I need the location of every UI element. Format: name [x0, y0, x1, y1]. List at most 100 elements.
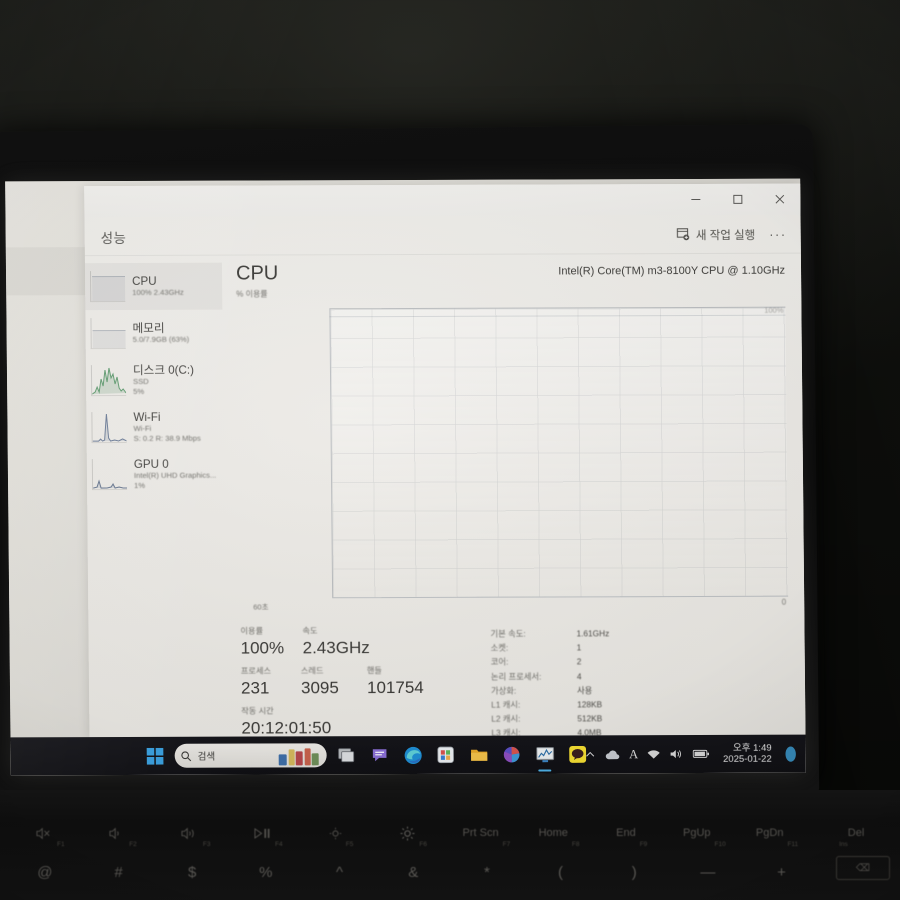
- more-options-button[interactable]: ···: [769, 227, 789, 242]
- key-0[interactable]: ): [597, 852, 671, 892]
- battery-icon[interactable]: [693, 749, 710, 759]
- sidebar-item-memory[interactable]: 메모리 5.0/7.9GB (63%): [85, 310, 222, 357]
- sidebar-item-sub: 100% 2.43GHz: [132, 287, 184, 297]
- spec-row: 가상화: 사용: [491, 682, 789, 697]
- performance-sidebar: CPU 100% 2.43GHz 메모리 5.0/7.9GB (63%) 디스크…: [84, 256, 227, 737]
- key-page-down[interactable]: PgDn F11: [741, 816, 814, 850]
- start-icon[interactable]: [142, 743, 168, 769]
- minimize-button[interactable]: [674, 184, 716, 215]
- copilot-icon[interactable]: [499, 742, 525, 768]
- sidebar-item-sub: Intel(R) UHD Graphics...: [133, 470, 217, 480]
- spec-key: 기본 속도:: [490, 628, 526, 639]
- spec-key: 소켓:: [490, 642, 509, 653]
- key-7[interactable]: &: [376, 852, 450, 892]
- file-explorer-icon[interactable]: [466, 742, 492, 768]
- key-fn-label: F9: [639, 841, 648, 848]
- brightness-up-icon: [400, 826, 415, 841]
- sidebar-item-label: CPU: [132, 274, 157, 288]
- microsoft-store-icon[interactable]: [433, 742, 459, 768]
- sidebar-item-gpu[interactable]: GPU 0 Intel(R) UHD Graphics... 1%: [87, 451, 224, 498]
- notification-bell-icon[interactable]: [783, 744, 798, 764]
- key-print-screen[interactable]: Prt Scn F7: [450, 816, 523, 850]
- key-brightness-up[interactable]: F6: [377, 816, 450, 850]
- key-label: *: [483, 863, 490, 881]
- key-label: &: [408, 863, 419, 881]
- stat-label: 이용률: [240, 626, 264, 636]
- stat-value: 3095: [300, 678, 339, 698]
- sidebar-item-label: Wi-Fi: [133, 410, 161, 424]
- sidebar-item-cpu[interactable]: CPU 100% 2.43GHz: [84, 262, 223, 311]
- ime-icon[interactable]: A: [629, 747, 638, 762]
- chevron-up-icon[interactable]: [585, 749, 596, 760]
- key-4[interactable]: $: [155, 852, 229, 892]
- task-view-icon[interactable]: [334, 742, 360, 768]
- key-label: +: [777, 863, 786, 881]
- stat-value: 2.43GHz: [302, 638, 370, 658]
- maximize-button[interactable]: [716, 184, 758, 215]
- key-fn-label: F7: [502, 841, 511, 848]
- key-minus[interactable]: —: [671, 852, 745, 892]
- spec-row: 논리 프로세서: 4: [491, 668, 789, 683]
- key-backspace[interactable]: ⌫: [836, 856, 890, 880]
- key-6[interactable]: ^: [303, 852, 377, 892]
- sidebar-item-label: 디스크 0(C:): [132, 363, 195, 377]
- key-fn-label: F11: [787, 841, 799, 848]
- window-titlebar[interactable]: [84, 183, 801, 218]
- key-end[interactable]: End F9: [595, 816, 668, 850]
- key-2[interactable]: @: [8, 852, 82, 892]
- spec-key: 코어:: [490, 657, 509, 668]
- key-equals[interactable]: +: [745, 852, 819, 892]
- spec-value: 사용: [577, 685, 593, 696]
- wifi-icon[interactable]: [647, 749, 661, 760]
- run-new-task-button[interactable]: 새 작업 실행: [677, 226, 755, 242]
- onedrive-icon[interactable]: [605, 749, 620, 760]
- cpu-detail-pane: CPU % 이용률 Intel(R) Core(TM) m3-8100Y CPU…: [222, 254, 806, 738]
- spec-key: 가상화:: [491, 685, 517, 696]
- chat-icon[interactable]: [367, 742, 393, 768]
- sidebar-item-disk[interactable]: 디스크 0(C:) SSD 5%: [86, 357, 223, 404]
- key-delete[interactable]: Ins Del: [813, 816, 886, 850]
- search-highlight-art: [278, 745, 323, 766]
- sidebar-item-sub2: S: 0.2 R: 38.9 Mbps: [133, 433, 201, 443]
- key-brightness-down[interactable]: F5: [305, 816, 378, 850]
- key-label: PgUp: [683, 827, 711, 839]
- key-page-up[interactable]: PgUp F10: [668, 816, 741, 850]
- key-label: #: [114, 863, 123, 881]
- cpu-stats-left: 이용률 100% 속도 2.43GHz 프로세스 231 스레드 3095 핸들…: [240, 624, 455, 741]
- stat-label: 속도: [302, 626, 318, 636]
- chart-gridlines: [330, 307, 789, 598]
- volume-icon[interactable]: [670, 748, 684, 760]
- key-5[interactable]: %: [229, 852, 303, 892]
- search-placeholder: 검색: [197, 751, 216, 763]
- key-play-pause[interactable]: F4: [232, 816, 305, 850]
- taskbar-time: 오후 1:49: [732, 742, 772, 754]
- key-label: —: [700, 863, 716, 881]
- key-label: @: [37, 863, 53, 881]
- key-mute[interactable]: F1: [14, 816, 87, 850]
- key-8[interactable]: *: [450, 852, 524, 892]
- sidebar-item-wifi[interactable]: Wi-Fi Wi-Fi S: 0.2 R: 38.9 Mbps: [86, 404, 223, 451]
- stat-label: 작동 시간: [241, 706, 274, 716]
- spec-key: 논리 프로세서:: [490, 671, 542, 682]
- windows-taskbar: 검색 A 오후 1:49 2025-01-22: [10, 734, 806, 776]
- memory-mini-graph-icon: [90, 317, 126, 350]
- mute-icon: [36, 827, 53, 840]
- cpu-model-label: Intel(R) Core(TM) m3-8100Y CPU @ 1.10GHz: [558, 264, 786, 278]
- close-button[interactable]: [758, 184, 800, 215]
- edge-icon[interactable]: [400, 742, 426, 768]
- sidebar-item-sub: 5.0/7.9GB (63%): [132, 334, 190, 344]
- key-home[interactable]: Home F8: [523, 816, 596, 850]
- taskbar-clock[interactable]: 오후 1:49 2025-01-22: [719, 743, 774, 765]
- laptop-screen: 성능 새 작업 실행 ··· CPU 100% 2.43GHz 메모리 5.0/…: [5, 178, 806, 776]
- chart-plot-area: [329, 306, 789, 599]
- stat-value: 100%: [240, 638, 285, 658]
- cpu-stats: 이용률 100% 속도 2.43GHz 프로세스 231 스레드 3095 핸들…: [240, 623, 789, 742]
- search-input[interactable]: 검색: [174, 743, 327, 768]
- sidebar-item-sub: Wi-Fi: [133, 423, 152, 433]
- task-manager-icon[interactable]: [532, 741, 558, 767]
- stat-value: 231: [240, 678, 270, 698]
- key-volume-down[interactable]: F2: [87, 816, 160, 850]
- key-3[interactable]: #: [82, 852, 156, 892]
- key-9[interactable]: (: [524, 852, 598, 892]
- key-volume-up[interactable]: F3: [159, 816, 232, 850]
